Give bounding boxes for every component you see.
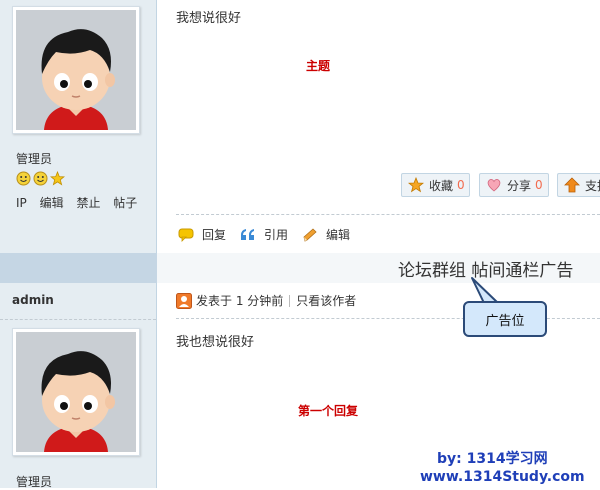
quote-label: 引用 <box>264 228 289 242</box>
user-online-icon <box>176 292 192 309</box>
smiley-rank-icon <box>16 171 31 186</box>
author-only-link[interactable]: 只看该作者 <box>296 292 356 309</box>
ban-link[interactable]: 禁止 <box>76 196 100 210</box>
post-time: 发表于 1 分钟前 <box>196 294 284 308</box>
support-label: 支持 <box>585 178 600 193</box>
support-button[interactable]: 支持 <box>557 173 600 197</box>
edit-user-link[interactable]: 编辑 <box>40 196 64 210</box>
ip-link[interactable]: IP <box>16 196 27 210</box>
up-arrow-icon <box>564 177 580 193</box>
avatar[interactable] <box>12 328 140 456</box>
reply-bubble-icon <box>178 228 194 242</box>
cartoon-boy-avatar-icon <box>16 332 136 452</box>
user-posts-link[interactable]: 帖子 <box>113 196 137 210</box>
share-count: 0 <box>535 178 543 192</box>
heart-icon <box>487 179 501 192</box>
ad-position-callout: 广告位 <box>463 301 547 337</box>
watermark-line2: www.1314Study.com <box>420 469 585 485</box>
author-username[interactable]: admin <box>12 293 54 307</box>
usergroup-label: 管理员 <box>16 152 53 166</box>
usergroup-label: 管理员 <box>16 475 53 489</box>
quote-button[interactable]: 引用 <box>240 226 288 243</box>
post-body: 我也想说很好 <box>176 335 255 350</box>
share-label: 分享 <box>507 178 532 193</box>
favorite-count: 0 <box>457 178 465 192</box>
post-body: 我想说很好 <box>176 11 242 26</box>
reply-label: 回复 <box>202 228 227 242</box>
divider <box>0 319 156 320</box>
share-button[interactable]: 分享 0 <box>479 173 549 197</box>
topic-annotation: 主题 <box>306 59 331 73</box>
post-actions: 回复 引用 编辑 <box>178 226 364 243</box>
post-meta: 发表于 1 分钟前 只看该作者 <box>176 292 356 309</box>
edit-post-button[interactable]: 编辑 <box>302 226 350 243</box>
quote-icon <box>241 228 255 240</box>
favorite-button[interactable]: 收藏 0 <box>401 173 470 197</box>
watermark-line1: by: 1314学习网 <box>437 451 548 467</box>
smiley-rank-icon <box>33 171 48 186</box>
divider <box>176 214 600 215</box>
pencil-icon <box>303 227 317 242</box>
cartoon-boy-avatar-icon <box>16 10 136 130</box>
reply-button[interactable]: 回复 <box>178 226 226 243</box>
edit-post-label: 编辑 <box>326 228 351 242</box>
favorite-label: 收藏 <box>429 178 454 193</box>
star-icon <box>408 177 424 193</box>
star-rank-icon <box>50 171 65 186</box>
reply-annotation: 第一个回复 <box>298 404 359 418</box>
avatar[interactable] <box>12 6 140 134</box>
admin-links: IP 编辑 禁止 帖子 <box>16 194 146 211</box>
